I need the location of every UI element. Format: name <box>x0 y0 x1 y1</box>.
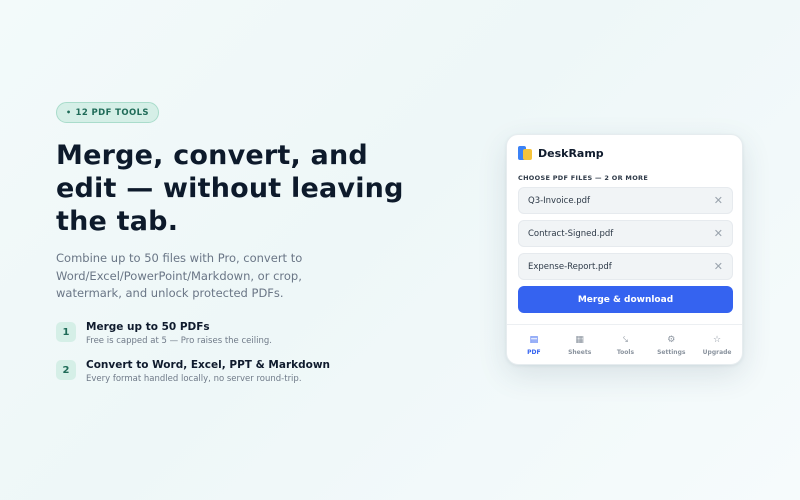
file-item[interactable]: Contract-Signed.pdf ✕ <box>518 220 733 247</box>
file-name: Q3-Invoice.pdf <box>528 195 591 206</box>
hero-title: Merge, convert, and edit — without leavi… <box>56 140 404 237</box>
tab-label: Upgrade <box>702 349 732 356</box>
tab-label: PDF <box>527 349 541 356</box>
brand-name: DeskRamp <box>538 146 604 160</box>
badge-label: 12 PDF TOOLS <box>75 107 149 118</box>
feature-description: Free is capped at 5 — Pro raises the cei… <box>86 336 272 346</box>
remove-file-icon[interactable]: ✕ <box>714 195 723 206</box>
tab-settings[interactable]: ⚙ Settings <box>649 335 693 356</box>
star-icon: ☆ <box>713 335 722 345</box>
merge-download-button[interactable]: Merge & download <box>518 286 733 313</box>
deskramp-logo-icon <box>518 146 532 160</box>
file-name: Expense-Report.pdf <box>528 261 612 272</box>
feature-title: Merge up to 50 PDFs <box>86 321 210 333</box>
file-item[interactable]: Q3-Invoice.pdf ✕ <box>518 187 733 214</box>
tab-label: Sheets <box>568 349 592 356</box>
bottom-tab-bar: ▤ PDF ▦ Sheets ⤥ Tools ⚙ Settings ☆ Upgr… <box>507 324 742 364</box>
feature-item: 2 Convert to Word, Excel, PPT & Markdown… <box>56 358 330 386</box>
choose-files-label: CHOOSE PDF FILES — 2 OR MORE <box>518 174 649 182</box>
feature-number: 2 <box>56 360 76 380</box>
tools-count-badge: • 12 PDF TOOLS <box>56 102 159 123</box>
tab-label: Settings <box>657 349 686 356</box>
feature-title: Convert to Word, Excel, PPT & Markdown <box>86 359 331 371</box>
tab-pdf[interactable]: ▤ PDF <box>512 335 556 356</box>
badge-dot: • <box>66 107 72 117</box>
file-item[interactable]: Expense-Report.pdf ✕ <box>518 253 733 280</box>
tab-upgrade[interactable]: ☆ Upgrade <box>695 335 739 356</box>
sheets-icon: ▦ <box>575 335 584 345</box>
brand: DeskRamp <box>518 146 604 160</box>
feature-description: Every format handled locally, no server … <box>86 374 302 384</box>
gear-icon: ⚙ <box>667 335 676 345</box>
extension-popup-card: DeskRamp CHOOSE PDF FILES — 2 OR MORE Q3… <box>506 134 743 365</box>
tab-sheets[interactable]: ▦ Sheets <box>558 335 602 356</box>
feature-item: 1 Merge up to 50 PDFs Free is capped at … <box>56 320 272 348</box>
file-name: Contract-Signed.pdf <box>528 228 614 239</box>
remove-file-icon[interactable]: ✕ <box>714 228 723 239</box>
tools-icon: ⤥ <box>622 335 629 345</box>
pdf-icon: ▤ <box>529 335 539 345</box>
feature-number: 1 <box>56 322 76 342</box>
tab-label: Tools <box>616 349 635 356</box>
tab-tools[interactable]: ⤥ Tools <box>603 335 647 356</box>
hero-subtitle: Combine up to 50 files with Pro, convert… <box>56 251 303 300</box>
remove-file-icon[interactable]: ✕ <box>714 261 723 272</box>
